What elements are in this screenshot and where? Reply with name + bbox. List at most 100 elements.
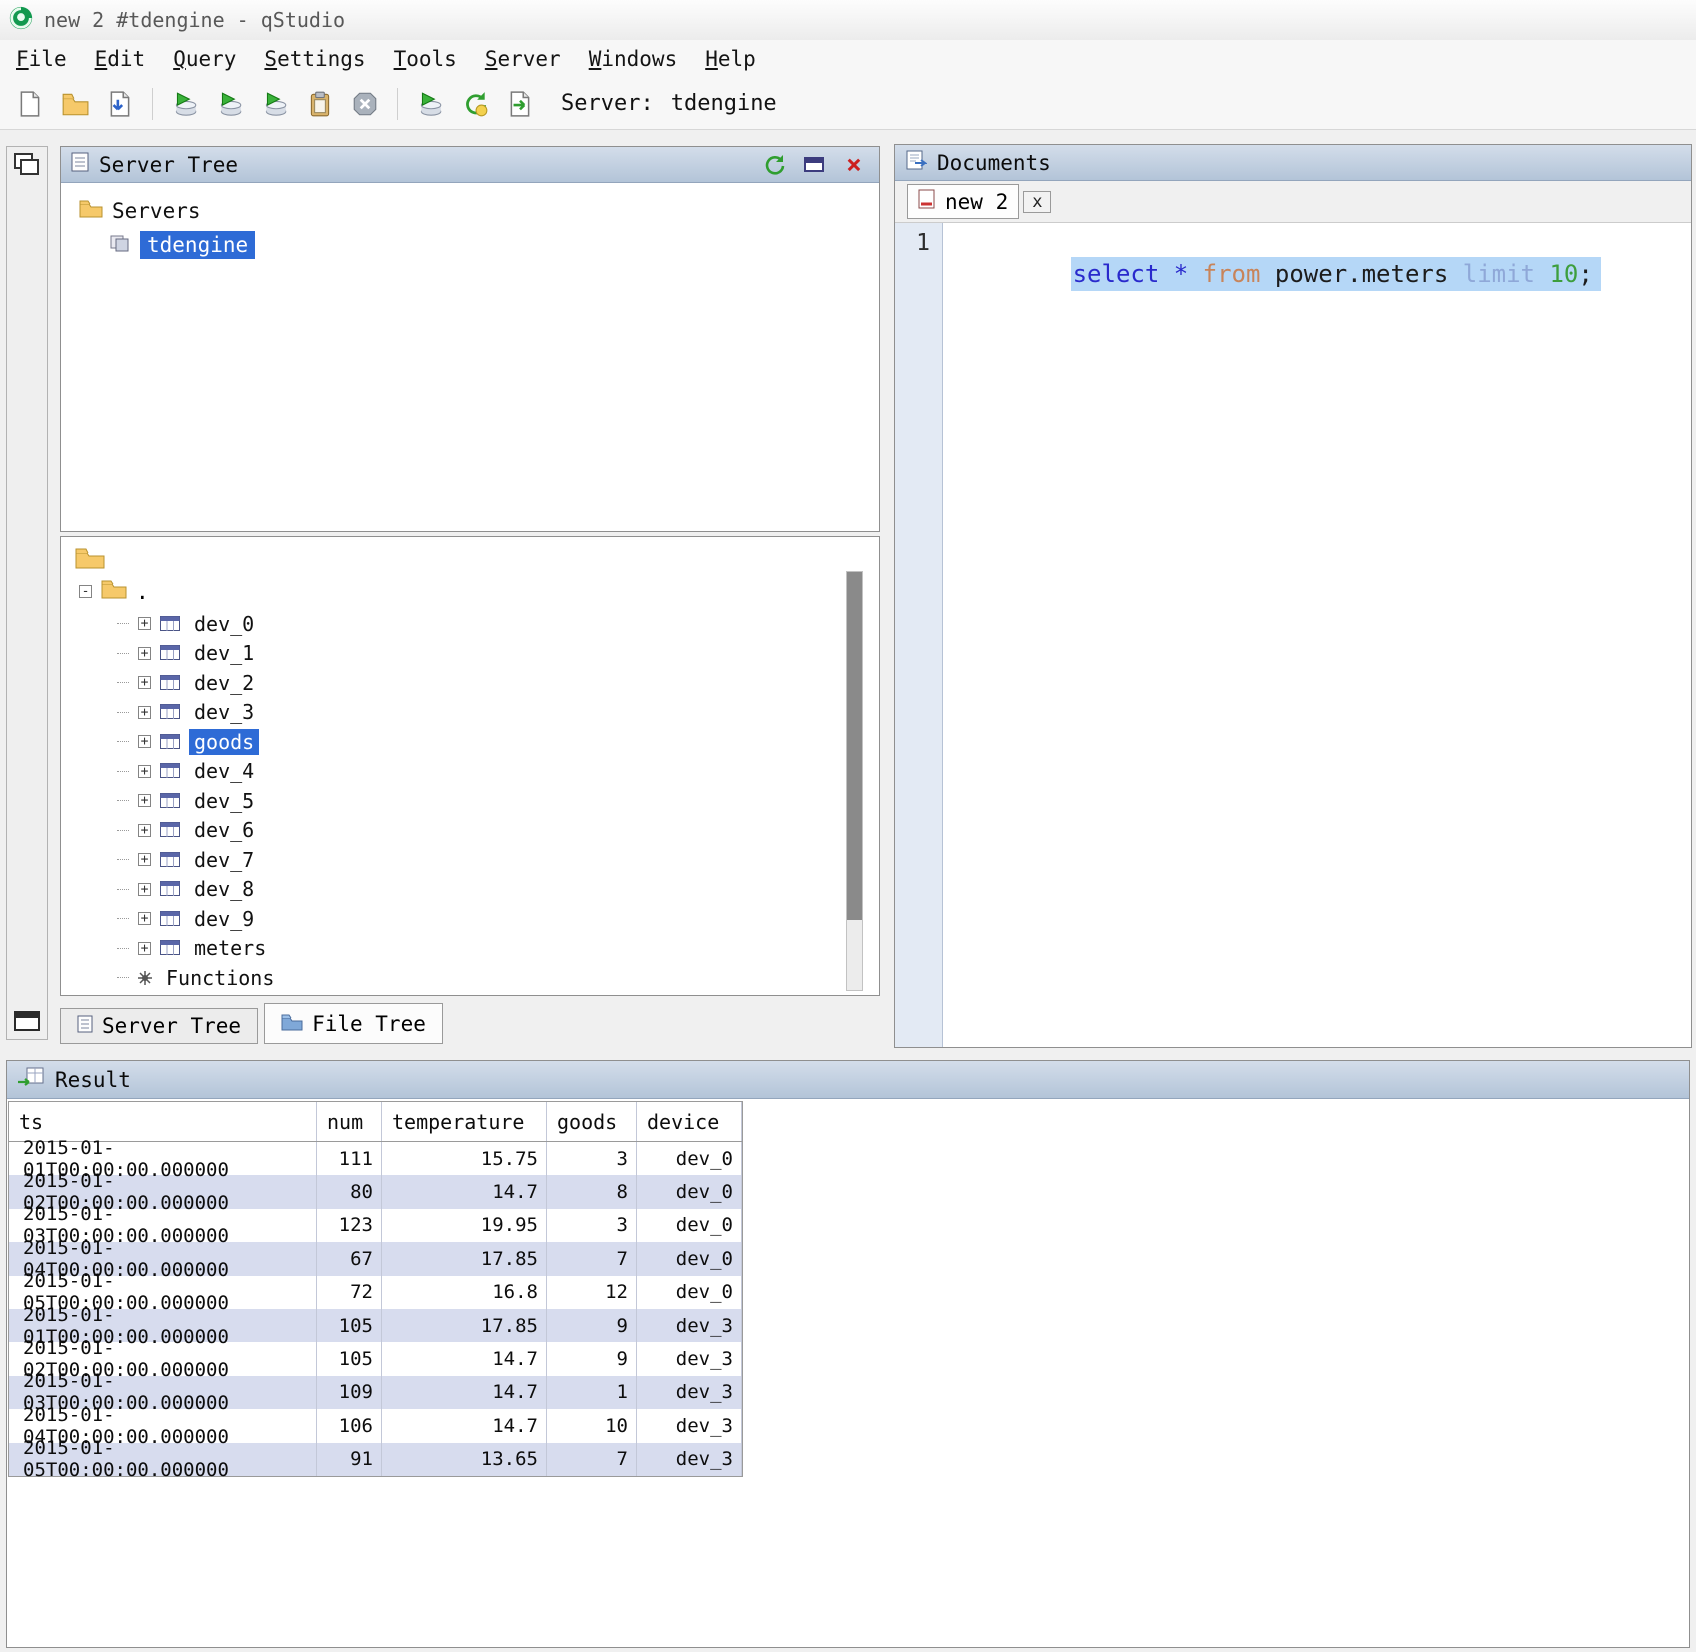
expand-icon[interactable]: + (138, 765, 151, 778)
tree-item-root[interactable]: - . (79, 579, 149, 604)
tree-item-goods[interactable]: +goods (61, 727, 879, 757)
result-title: Result (55, 1068, 131, 1092)
minimized-window-icon[interactable] (14, 1011, 40, 1031)
refresh-icon[interactable] (759, 152, 789, 178)
tree-item-dev_9[interactable]: + dev_9 (61, 904, 879, 934)
tree-item-dev_3[interactable]: +dev_3 (61, 698, 879, 728)
menu-query[interactable]: Query (159, 47, 250, 71)
table-list: +dev_0+dev_1+dev_2+dev_3+goods+dev_4+dev… (61, 609, 879, 993)
tree-item-dev_1[interactable]: + dev_1 (61, 639, 879, 669)
result-cell: 14.7 (382, 1342, 547, 1375)
paste-button[interactable] (300, 84, 340, 124)
tree-item-dev_8[interactable]: + dev_8 (61, 875, 879, 905)
expand-icon[interactable]: + (138, 853, 151, 866)
expand-icon[interactable]: + (138, 824, 151, 837)
result-cell: dev_0 (637, 1142, 742, 1175)
tree-item-servers[interactable]: Servers (61, 183, 879, 223)
code-area[interactable]: select * from power.meters limit 10; (943, 223, 1691, 1047)
code-token: 10 (1549, 260, 1578, 288)
table-icon (160, 848, 180, 872)
sql-editor[interactable]: 1 select * from power.meters limit 10; (895, 223, 1691, 1047)
export-result-button[interactable] (500, 84, 540, 124)
tab-close-button[interactable]: x (1023, 191, 1051, 213)
expand-icon[interactable]: + (138, 912, 151, 925)
tab-server-tree[interactable]: Server Tree (60, 1008, 258, 1044)
menu-settings[interactable]: Settings (250, 47, 379, 71)
result-cell: 72 (317, 1276, 382, 1309)
tree-item-label: dev_9 (189, 906, 259, 932)
expand-icon[interactable]: + (138, 647, 151, 660)
result-row[interactable]: 2015-01-05T00:00:00.0000009113.657dev_3 (9, 1443, 742, 1476)
tab-file-tree[interactable]: File Tree (264, 1003, 443, 1044)
tree-item-dev_6[interactable]: +dev_6 (61, 816, 879, 846)
popout-window-icon[interactable] (799, 152, 829, 178)
save-file-button[interactable] (100, 84, 140, 124)
expand-icon[interactable]: + (138, 676, 151, 689)
new-document-button[interactable] (10, 84, 50, 124)
expand-icon[interactable]: + (138, 735, 151, 748)
stacked-windows-icon[interactable] (13, 152, 41, 182)
result-cell: dev_3 (637, 1309, 742, 1342)
menu-help[interactable]: Help (691, 47, 770, 71)
expand-icon[interactable]: + (138, 794, 151, 807)
expand-icon[interactable]: + (138, 883, 151, 896)
menu-edit[interactable]: Edit (81, 47, 160, 71)
tree-item-dev_2[interactable]: +dev_2 (61, 668, 879, 698)
tree-item-label: dev_8 (189, 876, 259, 902)
close-icon[interactable]: × (839, 152, 869, 178)
cancel-query-button[interactable] (345, 84, 385, 124)
menu-file[interactable]: File (2, 47, 81, 71)
run-script-button[interactable] (410, 84, 450, 124)
open-file-button[interactable] (55, 84, 95, 124)
menu-tools[interactable]: Tools (380, 47, 471, 71)
tree-item-tdengine[interactable]: tdengine (109, 231, 879, 259)
menu-windows[interactable]: Windows (575, 47, 692, 71)
tree-connector (117, 859, 129, 860)
tree-item-dev_4[interactable]: +dev_4 (61, 757, 879, 787)
run-selected-query-button[interactable] (210, 84, 250, 124)
column-header-goods[interactable]: goods (547, 1102, 637, 1141)
result-cell: dev_3 (637, 1409, 742, 1442)
menu-server[interactable]: Server (471, 47, 575, 71)
result-cell: 13.65 (382, 1443, 547, 1476)
vertical-scrollbar[interactable] (846, 571, 863, 991)
tree-item-dev_5[interactable]: +dev_5 (61, 786, 879, 816)
table-icon (160, 612, 180, 636)
server-tree-title: Server Tree (99, 153, 238, 177)
result-table: tsnumtemperaturegoodsdevice 2015-01-01T0… (8, 1101, 743, 1477)
expand-icon[interactable]: + (138, 617, 151, 630)
column-header-ts[interactable]: ts (9, 1102, 317, 1141)
tab-new-2[interactable]: new 2 (907, 184, 1019, 219)
folder-icon (281, 1012, 303, 1036)
result-cell: 3 (547, 1209, 637, 1242)
run-current-query-button[interactable] (165, 84, 205, 124)
result-cell: 67 (317, 1242, 382, 1275)
server-combo-value[interactable]: tdengine (671, 91, 831, 116)
tree-item-meters[interactable]: +meters (61, 934, 879, 964)
expand-icon[interactable]: + (138, 942, 151, 955)
server-tree-icon (71, 152, 89, 177)
tree-item-functions[interactable]: Functions (61, 963, 879, 993)
column-header-num[interactable]: num (317, 1102, 382, 1141)
tree-item-label: dev_1 (189, 640, 259, 666)
tree-item-dev_7[interactable]: + dev_7 (61, 845, 879, 875)
scrollbar-thumb[interactable] (847, 572, 862, 920)
tree-connector (117, 977, 129, 978)
result-cell: dev_0 (637, 1276, 742, 1309)
column-header-device[interactable]: device (637, 1102, 742, 1141)
result-cell: 19.95 (382, 1209, 547, 1242)
code-token: select (1073, 260, 1174, 288)
database-tree-panel: - . +dev_0+dev_1+dev_2+dev_3+goods+dev_4… (60, 536, 880, 996)
tree-item-dev_0[interactable]: +dev_0 (61, 609, 879, 639)
refresh-server-button[interactable] (455, 84, 495, 124)
tree-item-label: dev_7 (189, 847, 259, 873)
expand-icon[interactable]: + (138, 706, 151, 719)
table-icon (160, 818, 180, 842)
run-all-queries-button[interactable] (255, 84, 295, 124)
dock-strip (6, 146, 48, 1040)
server-tree-icon (77, 1014, 93, 1038)
collapse-icon[interactable]: - (79, 585, 92, 598)
code-line-text: select * from power.meters limit 10; (1071, 257, 1601, 291)
column-header-temperature[interactable]: temperature (382, 1102, 547, 1141)
table-icon (160, 936, 180, 960)
